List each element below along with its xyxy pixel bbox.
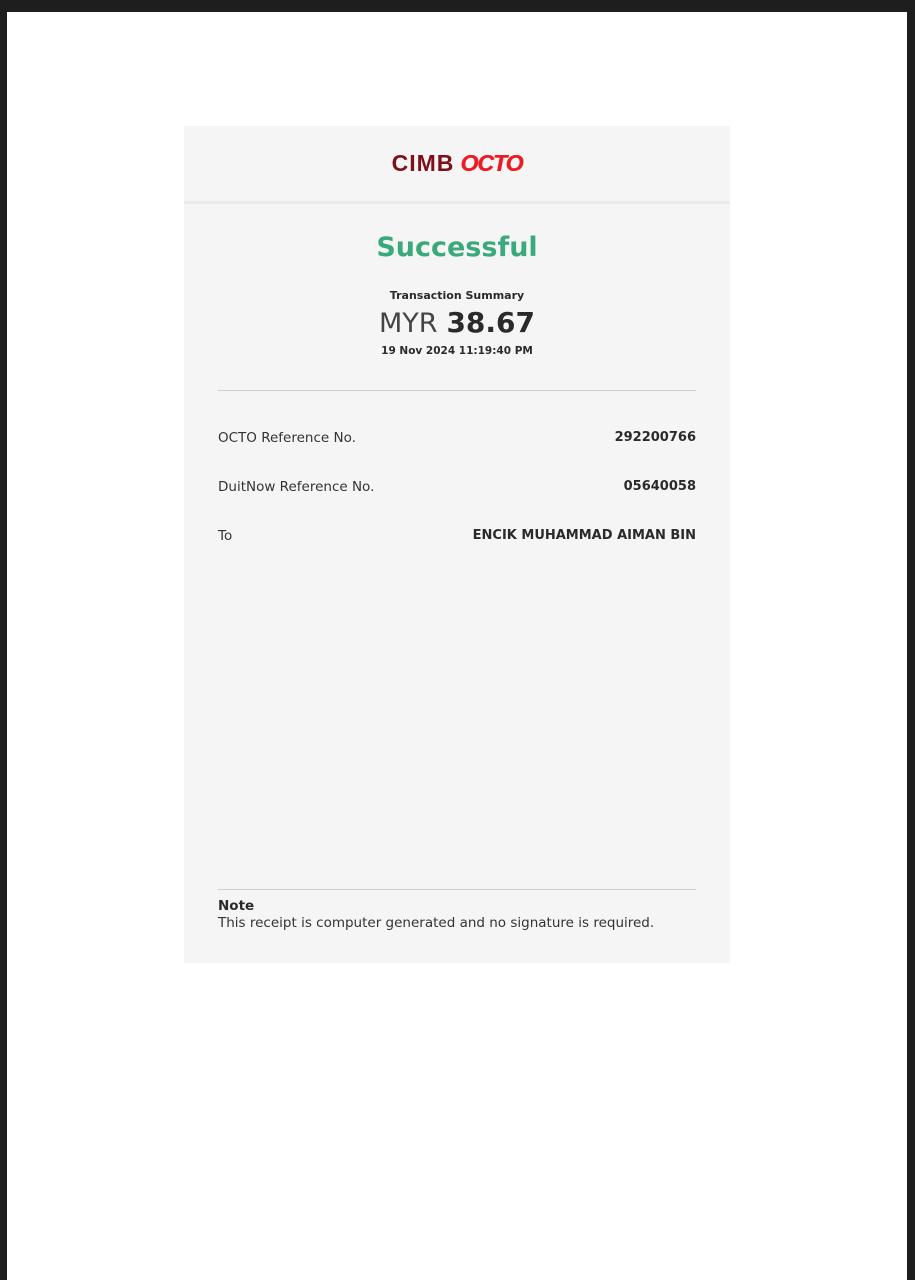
logo-cimb-text: CIMB [391, 150, 455, 176]
note-section: Note This receipt is computer generated … [218, 898, 696, 931]
detail-row-octo-reference: OCTO Reference No. 292200766 [218, 413, 696, 462]
summary-label: Transaction Summary [389, 289, 525, 302]
detail-row-duitnow-reference: DuitNow Reference No. 05640058 [218, 462, 696, 511]
detail-label: DuitNow Reference No. [218, 478, 375, 495]
detail-value: 05640058 [623, 479, 696, 494]
divider [218, 390, 696, 391]
receipt-card: CIMB OCTO Successful Transaction Summary… [184, 126, 730, 963]
note-text: This receipt is computer generated and n… [218, 915, 655, 931]
detail-label: To [218, 527, 233, 544]
status-text: Successful [376, 232, 538, 263]
detail-label: OCTO Reference No. [218, 429, 356, 446]
detail-value: 292200766 [614, 430, 696, 445]
detail-row-recipient: To ENCIK MUHAMMAD AIMAN BIN [218, 511, 696, 560]
amount-value: 38.67 [446, 306, 536, 339]
transaction-datetime: 19 Nov 2024 11:19:40 PM [381, 345, 533, 357]
receipt-header: CIMB OCTO [184, 126, 730, 204]
note-title: Note [218, 898, 255, 914]
details-list: OCTO Reference No. 292200766 DuitNow Ref… [218, 413, 696, 560]
viewer-edge [907, 12, 915, 1280]
detail-value: ENCIK MUHAMMAD AIMAN BIN [472, 528, 696, 543]
amount-currency: MYR [378, 308, 438, 339]
logo-octo-text: OCTO [460, 150, 523, 176]
divider [218, 889, 696, 890]
transaction-amount: MYR 38.67 [184, 306, 730, 339]
cimb-octo-logo: CIMB OCTO [391, 150, 524, 176]
